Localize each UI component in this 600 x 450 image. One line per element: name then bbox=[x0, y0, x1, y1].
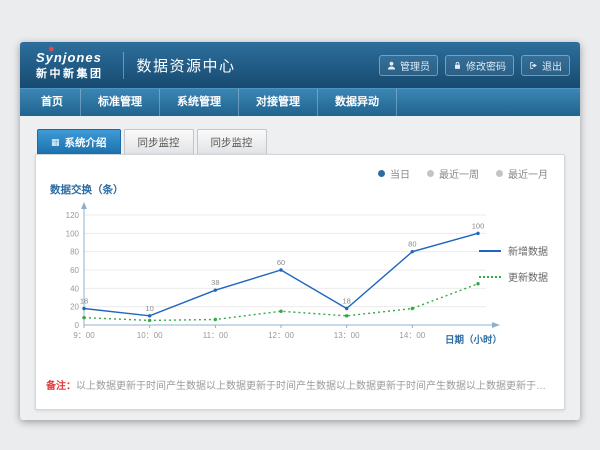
logout-icon bbox=[529, 61, 538, 70]
footnote: 备注：以上数据更新于时间产生数据以上数据更新于时间产生数据以上数据更新于时间产生… bbox=[46, 377, 554, 392]
legend-item-new-data[interactable]: 新增数据 bbox=[479, 243, 548, 258]
logo-brand-row: Synjones ✱ bbox=[36, 49, 104, 67]
header-divider bbox=[123, 52, 124, 79]
chart-container: 日期（小时） 0 20 40 60 80 100 120 9：00 10：00 11：00 12：0… bbox=[52, 201, 504, 351]
tab-strip: ▦ 系统介绍 同步监控 同步监控 bbox=[37, 129, 565, 154]
svg-text:14：00: 14：00 bbox=[399, 331, 425, 340]
svg-text:18: 18 bbox=[342, 297, 350, 306]
svg-text:18: 18 bbox=[80, 297, 88, 306]
svg-text:0: 0 bbox=[75, 321, 80, 330]
filter-last-week[interactable]: 最近一周 bbox=[427, 166, 479, 181]
filter-today-label: 当日 bbox=[390, 166, 410, 181]
filter-last-week-label: 最近一周 bbox=[439, 166, 479, 181]
svg-text:120: 120 bbox=[66, 211, 80, 220]
user-icon bbox=[387, 61, 396, 70]
legend-item-update-data[interactable]: 更新数据 bbox=[479, 269, 548, 284]
svg-text:12：00: 12：00 bbox=[268, 331, 294, 340]
logout-button[interactable]: 退出 bbox=[521, 55, 570, 76]
legend-new-data-label: 新增数据 bbox=[508, 243, 548, 258]
dotted-line-swatch bbox=[479, 276, 501, 278]
svg-text:10：00: 10：00 bbox=[137, 331, 163, 340]
content-area: ▦ 系统介绍 同步监控 同步监控 当日 最近一周 bbox=[20, 116, 580, 410]
app-title: 数据资源中心 bbox=[137, 55, 236, 76]
svg-text:20: 20 bbox=[70, 303, 79, 312]
svg-text:11：00: 11：00 bbox=[203, 331, 229, 340]
svg-text:10: 10 bbox=[145, 304, 153, 313]
svg-text:60: 60 bbox=[70, 266, 79, 275]
logo-brand-text: Synjones bbox=[36, 50, 102, 65]
time-filter-legend: 当日 最近一周 最近一月 bbox=[378, 166, 548, 181]
nav-item-system[interactable]: 系统管理 bbox=[160, 89, 239, 116]
footnote-text: 以上数据更新于时间产生数据以上数据更新于时间产生数据以上数据更新于时间产生数据以… bbox=[76, 381, 554, 392]
filter-today[interactable]: 当日 bbox=[378, 166, 410, 181]
x-axis-title: 日期（小时） bbox=[445, 334, 502, 346]
svg-text:80: 80 bbox=[70, 248, 79, 257]
admin-user-label: 管理员 bbox=[400, 58, 430, 73]
filter-last-month[interactable]: 最近一月 bbox=[496, 166, 548, 181]
nav-item-standards[interactable]: 标准管理 bbox=[81, 89, 160, 116]
svg-text:9：00: 9：00 bbox=[73, 331, 95, 340]
svg-text:13：00: 13：00 bbox=[334, 331, 360, 340]
footnote-label: 备注： bbox=[46, 381, 76, 392]
svg-text:60: 60 bbox=[277, 258, 285, 267]
tab-sync-monitor-2[interactable]: 同步监控 bbox=[197, 129, 267, 154]
chart-panel: 当日 最近一周 最近一月 数据交换（条） 日期（小时） 0 20 40 60 80 100… bbox=[35, 154, 565, 410]
nav-item-changes[interactable]: 数据异动 bbox=[318, 89, 397, 116]
filter-dot bbox=[378, 170, 385, 177]
admin-user-button[interactable]: 管理员 bbox=[379, 55, 438, 76]
logo[interactable]: Synjones ✱ 新中新集团 bbox=[30, 49, 110, 80]
header: Synjones ✱ 新中新集团 数据资源中心 管理员 修改密码 退出 bbox=[20, 42, 580, 88]
change-password-button[interactable]: 修改密码 bbox=[445, 55, 514, 76]
legend-update-data-label: 更新数据 bbox=[508, 269, 548, 284]
lock-icon bbox=[453, 61, 462, 70]
y-axis-title: 数据交换（条） bbox=[50, 182, 124, 197]
filter-dot bbox=[427, 170, 434, 177]
change-password-label: 修改密码 bbox=[466, 58, 506, 73]
tab-sync-monitor-1[interactable]: 同步监控 bbox=[124, 129, 194, 154]
tab-sync-monitor-1-label: 同步监控 bbox=[138, 135, 180, 150]
filter-last-month-label: 最近一月 bbox=[508, 166, 548, 181]
tab-system-intro[interactable]: ▦ 系统介绍 bbox=[37, 129, 121, 154]
svg-text:100: 100 bbox=[472, 221, 485, 230]
logout-label: 退出 bbox=[542, 58, 562, 73]
series-legend: 新增数据 更新数据 bbox=[479, 243, 548, 284]
svg-text:38: 38 bbox=[211, 278, 219, 287]
nav-item-home[interactable]: 首页 bbox=[24, 89, 81, 116]
tab-system-intro-label: 系统介绍 bbox=[65, 135, 107, 150]
logo-subtitle: 新中新集团 bbox=[36, 68, 104, 81]
app-window: Synjones ✱ 新中新集团 数据资源中心 管理员 修改密码 退出 首页 标… bbox=[20, 42, 580, 420]
svg-text:80: 80 bbox=[408, 240, 416, 249]
nav-item-interface[interactable]: 对接管理 bbox=[239, 89, 318, 116]
filter-dot bbox=[496, 170, 503, 177]
tab-sync-monitor-2-label: 同步监控 bbox=[211, 135, 253, 150]
main-nav: 首页 标准管理 系统管理 对接管理 数据异动 bbox=[20, 88, 580, 116]
svg-text:40: 40 bbox=[70, 284, 79, 293]
line-chart: 日期（小时） 0 20 40 60 80 100 120 9：00 10：00 11：00 12：0… bbox=[52, 201, 504, 351]
grid-icon: ▦ bbox=[51, 138, 60, 147]
svg-text:100: 100 bbox=[66, 229, 80, 238]
logo-star-icon: ✱ bbox=[48, 45, 55, 54]
solid-line-swatch bbox=[479, 250, 501, 252]
